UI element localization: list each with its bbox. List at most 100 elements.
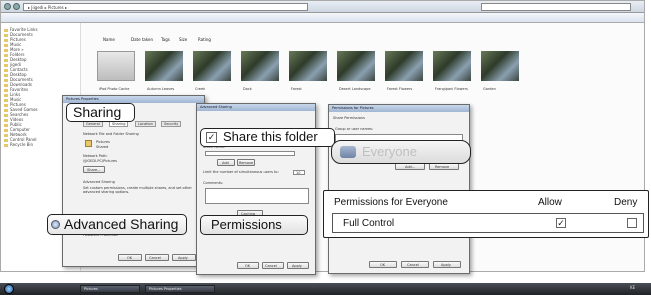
share-this-folder-label: Share this folder	[223, 129, 318, 144]
ok-button[interactable]: OK	[118, 254, 142, 261]
folder-icon	[85, 140, 92, 147]
full-control-allow-checkbox[interactable]: ✓	[556, 218, 566, 228]
column-header[interactable]: Date taken	[131, 37, 153, 42]
apply-button[interactable]: Apply	[287, 262, 309, 269]
thumbnail-caption: Garden	[483, 87, 496, 91]
limit-value: 10	[296, 171, 301, 175]
share-button-label: Share...	[87, 168, 101, 172]
dialog-title: Permissions for Pictures	[329, 105, 469, 112]
item-state: Shared	[96, 145, 109, 149]
shield-icon	[51, 220, 60, 229]
advanced-title: Advanced Sharing	[83, 180, 115, 184]
remove-button[interactable]: Remove	[429, 163, 459, 170]
full-control-deny-checkbox[interactable]	[627, 218, 637, 228]
sharing-tab-callout[interactable]: Sharing	[66, 103, 135, 122]
comments-label: Comments:	[203, 181, 224, 185]
column-header[interactable]: Name	[103, 37, 115, 42]
add-label: Add...	[405, 165, 416, 169]
item-name: Pictures	[96, 140, 110, 144]
thumbnail-image[interactable]	[97, 51, 135, 81]
column-header[interactable]: Rating	[198, 37, 211, 42]
add-button[interactable]: Add...	[395, 163, 425, 170]
thumbnail-caption: Forest Flowers	[387, 87, 413, 91]
thumbnail-image[interactable]	[289, 51, 327, 81]
command-bar	[1, 13, 644, 23]
permissions-dialog: Permissions for Pictures Share Permissio…	[328, 104, 470, 274]
clock: KE	[630, 285, 636, 290]
column-header[interactable]: Size	[179, 37, 187, 42]
thumbnail-image[interactable]	[337, 51, 375, 81]
share-checkbox[interactable]: ✓	[206, 132, 217, 143]
address-bar: ▸ Jiigedi ▸ Pictures ▸	[1, 1, 644, 13]
sidebar-item-label: Recycle Bin	[10, 142, 34, 147]
remove-button[interactable]: Remove	[237, 159, 255, 166]
start-button[interactable]	[4, 284, 14, 294]
advanced-desc: Set custom permissions, create multiple …	[83, 186, 192, 194]
thumbnail-image[interactable]	[193, 51, 231, 81]
section-label: Network File and Folder Sharing	[83, 132, 139, 136]
apply-button[interactable]: Apply	[433, 261, 461, 268]
ok-label: OK	[127, 256, 133, 260]
permissions-panel-callout: Permissions for Everyone Allow Deny Full…	[323, 190, 649, 238]
cancel-button[interactable]: Cancel	[262, 262, 284, 269]
thumbnail-image[interactable]	[241, 51, 279, 81]
group-label: Group or user names:	[335, 127, 374, 131]
folder-icon	[4, 143, 8, 147]
share-this-folder-callout[interactable]: ✓ Share this folder	[200, 128, 335, 147]
cancel-label: Cancel	[149, 256, 161, 260]
column-header[interactable]: Tags	[161, 37, 170, 42]
comments-field[interactable]	[205, 188, 309, 204]
users-icon	[340, 146, 356, 158]
thumbnail-image[interactable]	[481, 51, 519, 81]
everyone-callout[interactable]: Everyone	[331, 140, 471, 164]
ok-label: OK	[380, 263, 386, 267]
cancel-button[interactable]: Cancel	[401, 261, 429, 268]
forward-icon[interactable]	[13, 3, 20, 10]
advanced-sharing-button-callout[interactable]: Advanced Sharing	[47, 214, 187, 235]
cancel-button[interactable]: Cancel	[145, 254, 169, 261]
network-path: \\JIGEDI-PC\Pictures	[83, 159, 117, 163]
limit-label: Limit the number of simultaneous users t…	[203, 170, 279, 174]
thumbnail-image[interactable]	[385, 51, 423, 81]
dialog-title: Pictures Properties	[63, 96, 204, 103]
taskbar-item-properties[interactable]: Pictures Properties	[145, 285, 215, 293]
apply-label: Apply	[292, 264, 302, 268]
sidebar-item[interactable]: Recycle Bin	[4, 142, 33, 147]
ok-button[interactable]: OK	[369, 261, 397, 268]
tab-location[interactable]: Location	[135, 121, 156, 127]
back-icon[interactable]	[4, 3, 11, 10]
apply-button[interactable]: Apply	[172, 254, 196, 261]
permissions-button-callout[interactable]: Permissions	[200, 215, 308, 235]
apply-label: Apply	[441, 263, 451, 267]
ok-button[interactable]: OK	[237, 262, 259, 269]
thumbnail-caption: Desert Landscape	[339, 87, 371, 91]
thumbnail-caption: iPod Photo Cache	[99, 87, 130, 91]
taskbar: Pictures Pictures Properties KE	[0, 283, 651, 295]
cancel-label: Cancel	[265, 264, 277, 268]
limit-stepper[interactable]: 10	[293, 170, 305, 175]
everyone-label: Everyone	[362, 144, 417, 159]
remove-label: Remove	[239, 161, 254, 165]
ok-label: OK	[245, 264, 251, 268]
advanced-sharing-label: Advanced Sharing	[64, 216, 179, 232]
dialog-title: Advanced Sharing	[197, 104, 315, 111]
share-button[interactable]: Share...	[83, 166, 105, 173]
add-button[interactable]: Add	[217, 159, 235, 166]
permissions-header: Permissions for Everyone	[334, 197, 448, 208]
share-name-field[interactable]	[205, 151, 295, 156]
thumbnail-caption: Forest	[291, 87, 302, 91]
thumbnail-caption: Dock	[243, 87, 252, 91]
full-control-label: Full Control	[343, 218, 395, 229]
address-input[interactable]: ▸ Jiigedi ▸ Pictures ▸	[23, 3, 308, 11]
thumbnail-caption: Frangipani Flowers	[435, 87, 468, 91]
full-control-row: Full Control ✓	[332, 213, 644, 233]
thumbnail-image[interactable]	[145, 51, 183, 81]
network-path-label: Network Path:	[83, 154, 108, 158]
taskbar-item-pictures[interactable]: Pictures	[80, 285, 140, 293]
tab-security[interactable]: Security	[161, 121, 182, 127]
tab-share-permissions[interactable]: Share Permissions	[333, 116, 365, 120]
thumbnail-image[interactable]	[433, 51, 471, 81]
add-label: Add	[222, 161, 229, 165]
allow-header: Allow	[538, 197, 562, 208]
search-input[interactable]	[481, 3, 631, 11]
